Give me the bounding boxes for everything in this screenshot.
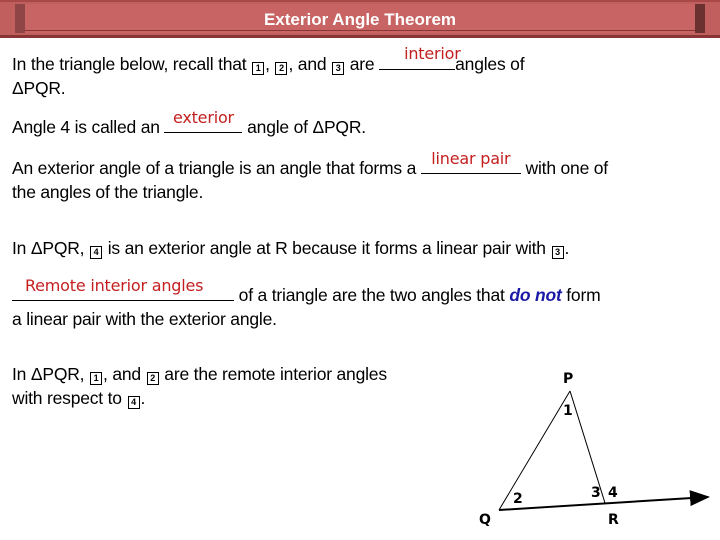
angle-label-4: 4 xyxy=(608,485,618,501)
vertex-label-r: R xyxy=(608,512,619,528)
vertex-label-p: P xyxy=(563,371,573,387)
triangle-diagram: P Q R 1 2 3 4 xyxy=(479,371,710,528)
angle-label-3: 3 xyxy=(591,485,601,501)
vertex-label-q: Q xyxy=(479,512,491,528)
angle-label-2: 2 xyxy=(513,491,523,507)
angle-label-1: 1 xyxy=(563,403,573,419)
side-pq xyxy=(498,390,571,511)
